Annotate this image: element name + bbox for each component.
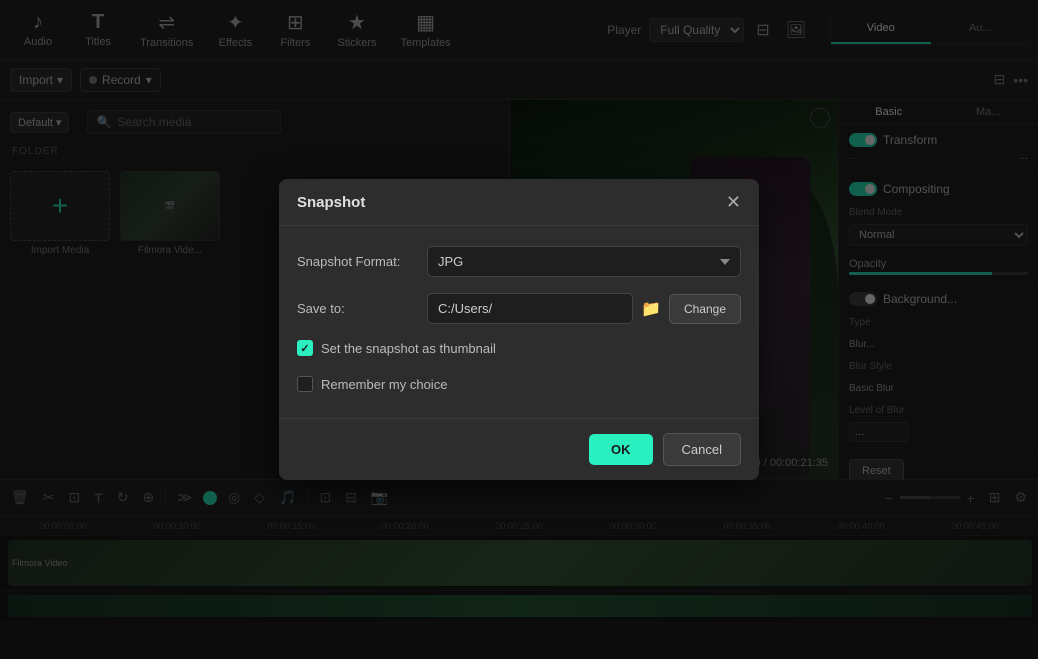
thumbnail-label: Set the snapshot as thumbnail <box>321 341 496 356</box>
thumbnail-checkbox-row: ✓ Set the snapshot as thumbnail <box>297 340 741 356</box>
modal-overlay: Snapshot ✕ Snapshot Format: JPGPNGBMP Sa… <box>0 0 1038 659</box>
save-to-label: Save to: <box>297 301 427 316</box>
modal-header: Snapshot ✕ <box>279 179 759 226</box>
modal-title: Snapshot <box>297 194 365 211</box>
remember-checkbox[interactable] <box>297 376 313 392</box>
checkmark-icon: ✓ <box>300 342 309 355</box>
save-to-row: Save to: 📁 Change <box>297 293 741 324</box>
modal-footer: OK Cancel <box>279 418 759 480</box>
cancel-button[interactable]: Cancel <box>663 433 741 466</box>
remember-row: Remember my choice <box>297 376 741 392</box>
modal-close-button[interactable]: ✕ <box>726 193 741 211</box>
ok-button[interactable]: OK <box>589 434 653 465</box>
thumbnail-checkbox[interactable]: ✓ <box>297 340 313 356</box>
format-row: Snapshot Format: JPGPNGBMP <box>297 246 741 277</box>
save-path-row: 📁 Change <box>427 293 741 324</box>
format-select[interactable]: JPGPNGBMP <box>427 246 741 277</box>
format-label: Snapshot Format: <box>297 254 427 269</box>
save-path-input[interactable] <box>427 293 633 324</box>
change-path-button[interactable]: Change <box>669 294 741 324</box>
modal-body: Snapshot Format: JPGPNGBMP Save to: 📁 Ch… <box>279 226 759 418</box>
snapshot-dialog: Snapshot ✕ Snapshot Format: JPGPNGBMP Sa… <box>279 179 759 480</box>
browse-folder-button[interactable]: 📁 <box>641 299 661 319</box>
remember-label: Remember my choice <box>321 377 447 392</box>
